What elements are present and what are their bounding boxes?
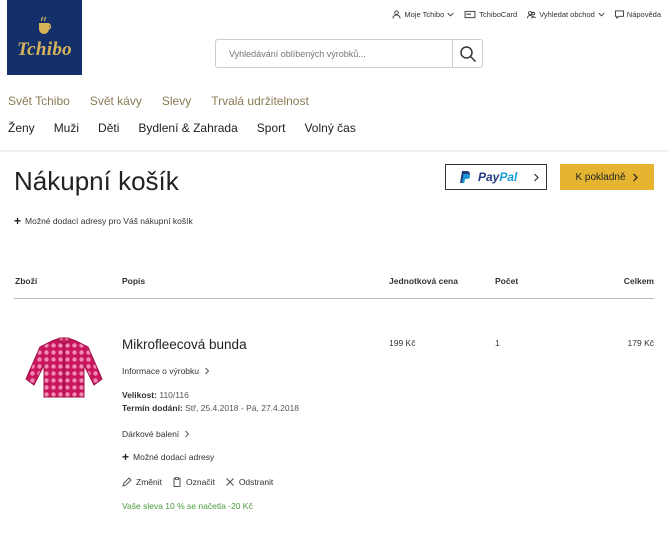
store-icon <box>527 11 537 19</box>
search-input[interactable] <box>216 40 452 67</box>
card-icon <box>464 10 476 19</box>
header-divider <box>0 150 669 153</box>
paypal-pay: Pay <box>478 170 500 184</box>
nav-item-sport[interactable]: Sport <box>257 121 286 135</box>
nav-item-svet-kavy[interactable]: Svět kávy <box>90 94 142 108</box>
mark-label: Označit <box>185 477 215 487</box>
remove-button[interactable]: Odstranit <box>225 477 274 487</box>
util-my-tchibo[interactable]: Moje Tchibo <box>392 10 454 19</box>
nav-item-volny-cas[interactable]: Volný čas <box>304 121 355 135</box>
search-bar <box>215 39 483 68</box>
paypal-wordmark: PayPal <box>478 170 517 184</box>
util-store-finder[interactable]: Vyhledat obchod <box>527 10 605 19</box>
product-actions: Změnit Označit Odstranit <box>122 477 273 487</box>
product-image[interactable] <box>22 335 106 401</box>
mark-button[interactable]: Označit <box>172 477 215 487</box>
nav-item-muzi[interactable]: Muži <box>54 121 79 135</box>
nav-item-zeny[interactable]: Ženy <box>8 121 35 135</box>
table-header-divider <box>14 298 654 299</box>
delivery-date-label: Termín dodání: <box>122 403 183 413</box>
search-button[interactable] <box>452 40 482 67</box>
product-addresses-toggle[interactable]: + Možné dodací adresy <box>122 451 214 463</box>
product-info-label: Informace o výrobku <box>122 366 200 376</box>
primary-nav: Svět Tchibo Svět kávy Slevy Trvalá udrži… <box>8 94 309 108</box>
gift-wrap-link[interactable]: Dárkové balení <box>122 429 190 439</box>
chevron-down-icon <box>598 12 605 17</box>
gift-wrap-label: Dárkové balení <box>122 429 180 439</box>
nav-item-udrzitelnost[interactable]: Trvalá udržitelnost <box>211 94 309 108</box>
close-icon <box>225 478 234 486</box>
checkout-label: K pokladně <box>575 171 626 183</box>
category-nav: Ženy Muži Děti Bydlení & Zahrada Sport V… <box>8 121 356 135</box>
plus-icon: + <box>14 214 22 228</box>
util-label: Moje Tchibo <box>404 10 445 19</box>
product-addresses-label: Možné dodací adresy <box>133 452 215 462</box>
product-unit-price: 199 Kč <box>389 338 416 348</box>
coffee-cup-icon <box>38 16 51 34</box>
chat-icon <box>614 10 624 19</box>
delivery-addresses-label: Možné dodací adresy pro Váš nákupní koší… <box>25 216 193 226</box>
paypal-pal: Pal <box>499 170 518 184</box>
size-value: 110/116 <box>159 390 189 400</box>
nav-item-svet-tchibo[interactable]: Svět Tchibo <box>8 94 70 108</box>
col-header-description: Popis <box>122 276 146 286</box>
product-quantity[interactable]: 1 <box>495 338 500 348</box>
col-header-quantity: Počet <box>495 276 519 286</box>
edit-label: Změnit <box>136 477 162 487</box>
utility-nav: Moje Tchibo TchiboCard Vyhledat obchod N… <box>392 10 661 19</box>
util-label: Vyhledat obchod <box>539 10 595 19</box>
util-tchibo-card[interactable]: TchiboCard <box>464 10 517 19</box>
chevron-right-icon <box>632 173 638 181</box>
chevron-right-icon <box>205 367 210 375</box>
delivery-addresses-toggle[interactable]: + Možné dodací adresy pro Váš nákupní ko… <box>14 215 193 227</box>
paypal-button[interactable]: PayPal <box>445 164 547 190</box>
remove-label: Odstranit <box>238 477 274 487</box>
col-header-unit-price: Jednotková cena <box>389 276 458 286</box>
util-help[interactable]: Nápověda <box>614 10 661 19</box>
clipboard-icon <box>173 477 181 487</box>
nav-item-deti[interactable]: Děti <box>98 121 119 135</box>
size-label: Velikost: <box>122 390 157 400</box>
edit-button[interactable]: Změnit <box>122 477 162 487</box>
paypal-icon <box>460 171 470 183</box>
chevron-right-icon <box>185 430 190 438</box>
plus-icon: + <box>122 450 130 464</box>
search-icon <box>459 45 476 62</box>
user-icon <box>392 10 401 19</box>
logo-text: Tchibo <box>17 38 72 60</box>
nav-item-bydleni[interactable]: Bydlení & Zahrada <box>138 121 237 135</box>
chevron-down-icon <box>447 12 454 17</box>
nav-item-slevy[interactable]: Slevy <box>162 94 191 108</box>
product-info-link[interactable]: Informace o výrobku <box>122 366 210 376</box>
delivery-date-value: Stř, 25.4.2018 - Pá, 27.4.2018 <box>185 403 300 413</box>
product-total: 179 Kč <box>627 338 654 348</box>
page-title: Nákupní košík <box>14 166 179 196</box>
product-delivery-date: Termín dodání: Stř, 25.4.2018 - Pá, 27.4… <box>122 403 299 413</box>
checkout-button[interactable]: K pokladně <box>560 164 654 190</box>
discount-note: Vaše sleva 10 % se načetla -20 Kč <box>122 501 253 511</box>
col-header-total: Celkem <box>623 276 654 286</box>
pencil-icon <box>122 477 132 487</box>
product-size: Velikost: 110/116 <box>122 390 189 400</box>
product-name[interactable]: Mikrofleecová bunda <box>122 337 247 352</box>
util-label: TchiboCard <box>479 10 518 19</box>
tchibo-logo[interactable]: Tchibo <box>7 0 82 75</box>
col-header-item: Zboží <box>15 276 38 286</box>
chevron-right-icon <box>534 173 540 181</box>
util-label: Nápověda <box>626 10 661 19</box>
